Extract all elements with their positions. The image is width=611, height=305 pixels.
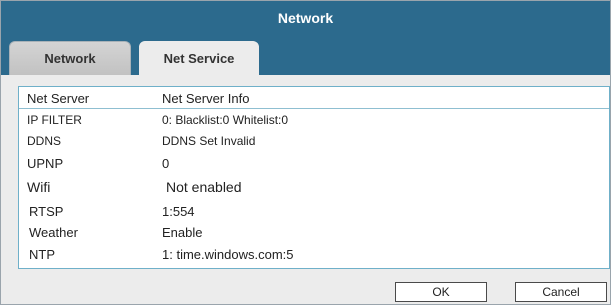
column-header-net-server: Net Server xyxy=(27,91,90,106)
row-server-info: Not enabled xyxy=(166,179,242,195)
ok-button[interactable]: OK xyxy=(395,282,487,302)
row-server-info: 0: Blacklist:0 Whitelist:0 xyxy=(162,113,289,127)
net-service-table: Net Server Net Server Info IP FILTER 0: … xyxy=(18,86,610,269)
title-bar: Network Network Net Service xyxy=(1,1,610,76)
network-window: Network Network Net Service Net Server N… xyxy=(0,0,611,305)
column-header-net-server-info: Net Server Info xyxy=(162,91,250,106)
tab-network[interactable]: Network xyxy=(9,41,131,75)
row-server-info: 1:554 xyxy=(162,204,195,219)
row-server-name: DDNS xyxy=(27,134,62,148)
row-server-name: RTSP xyxy=(29,204,64,219)
row-server-info: DDNS Set Invalid xyxy=(162,134,256,148)
row-server-name: Weather xyxy=(29,225,78,240)
row-server-name: UPNP xyxy=(27,156,64,171)
table-header: Net Server Net Server Info xyxy=(19,87,609,109)
tab-net-service[interactable]: Net Service xyxy=(139,41,259,76)
row-server-info: 0 xyxy=(162,156,170,171)
row-server-info: Enable xyxy=(162,225,203,240)
row-server-name: NTP xyxy=(29,247,55,262)
window-title: Network xyxy=(277,10,334,26)
row-server-name: Wifi xyxy=(27,179,51,195)
row-server-name: IP FILTER xyxy=(27,113,82,127)
cancel-button[interactable]: Cancel xyxy=(515,282,607,302)
row-server-info: 1: time.windows.com:5 xyxy=(162,247,294,262)
